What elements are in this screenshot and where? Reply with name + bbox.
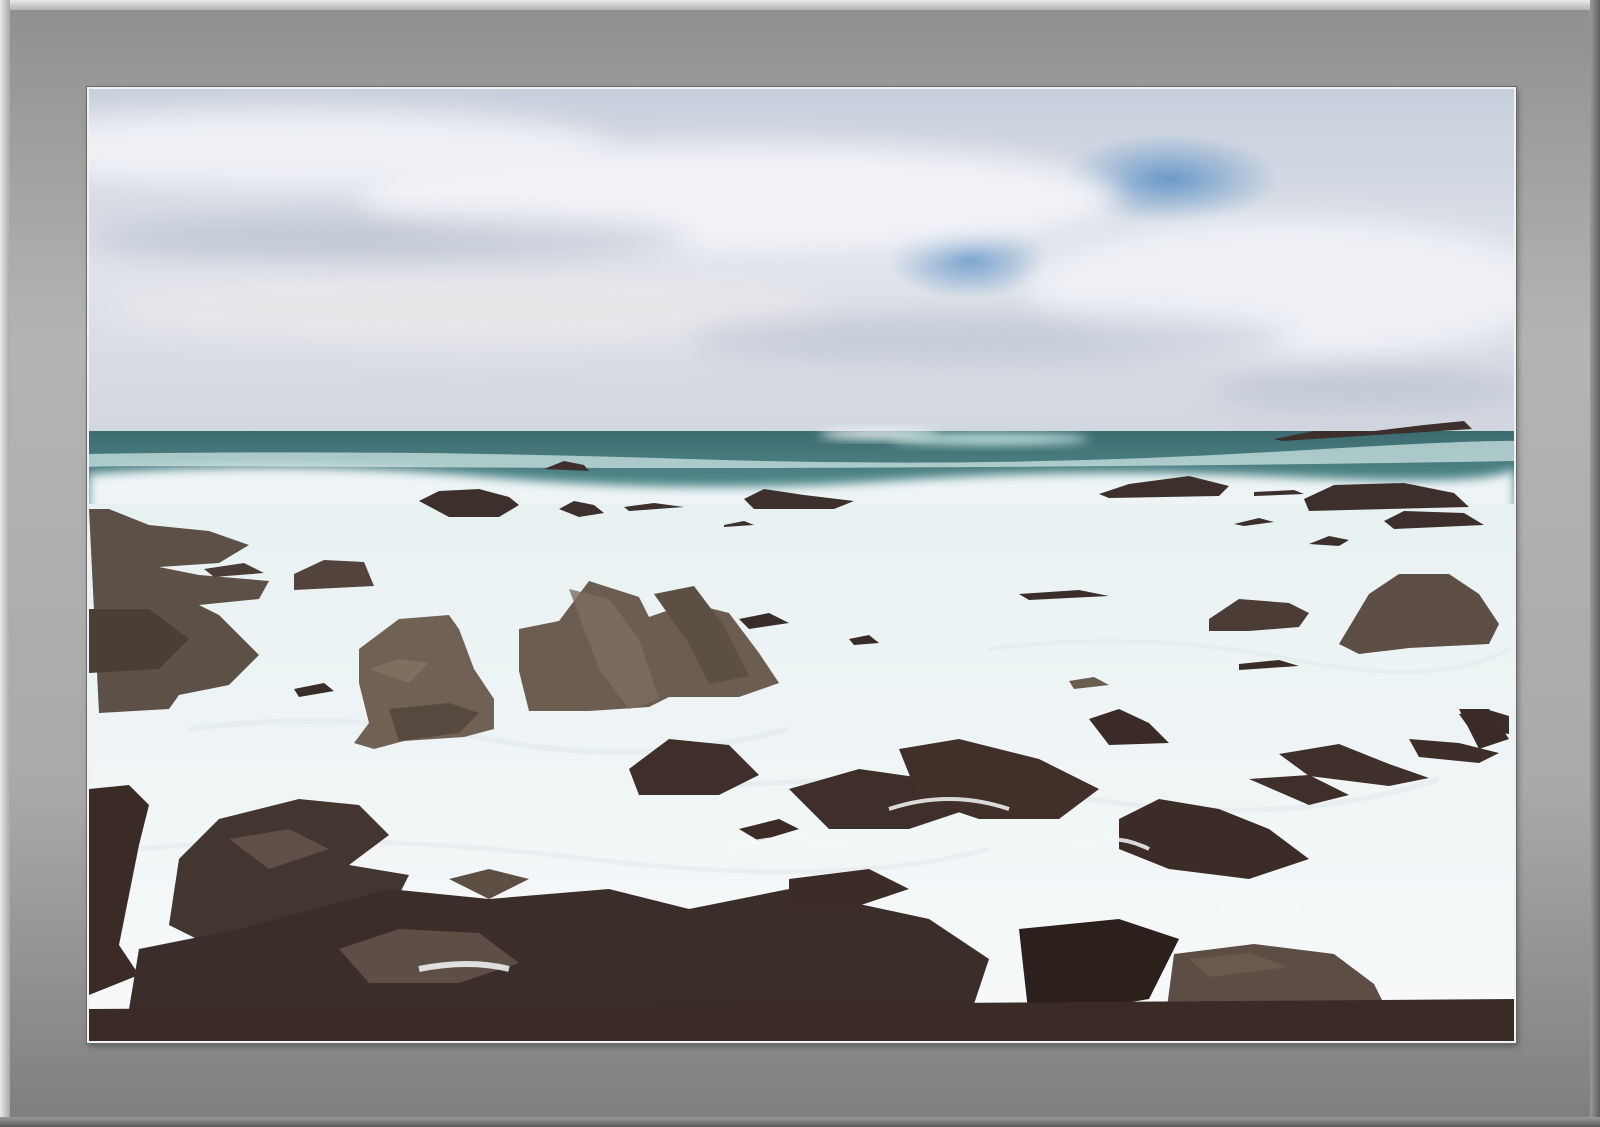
mat-bevel-top: [0, 0, 1600, 10]
photo-frame: [87, 87, 1516, 1043]
mat-bevel-left: [0, 0, 10, 1127]
mat-bevel-right: [1590, 0, 1600, 1127]
mat-bevel-bottom: [0, 1117, 1600, 1127]
seascape-photo: [89, 89, 1514, 1041]
